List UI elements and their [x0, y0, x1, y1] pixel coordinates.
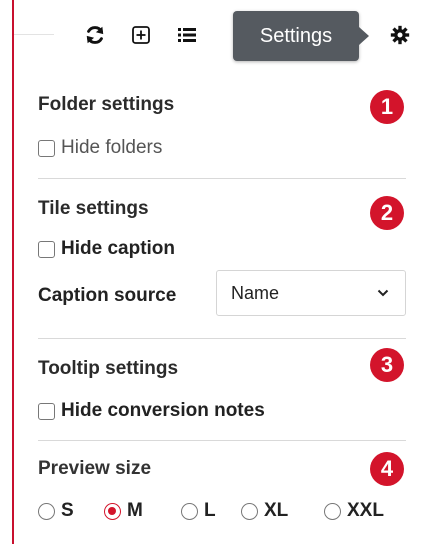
badge-3: 3	[370, 348, 404, 382]
radio-xxl-label: XXL	[347, 500, 384, 521]
radio-m[interactable]	[104, 502, 121, 520]
radio-l[interactable]	[181, 502, 198, 520]
tile-settings-title: Tile settings	[38, 198, 149, 219]
radio-s[interactable]	[38, 502, 55, 520]
caption-source-label: Caption source	[38, 285, 177, 306]
toolbar-divider	[14, 34, 54, 35]
radio-xl-label: XL	[264, 500, 289, 521]
tooltip-settings-section: Tooltip settings 3 Hide conversion notes	[38, 348, 406, 432]
add-icon[interactable]	[130, 24, 152, 46]
preview-size-option-s[interactable]: S	[38, 500, 74, 522]
tooltip-settings-title: Tooltip settings	[38, 358, 179, 379]
hide-folders-checkbox-row[interactable]: Hide folders	[38, 137, 162, 159]
hide-caption-checkbox-row[interactable]: Hide caption	[38, 238, 175, 260]
hide-conversion-notes-checkbox-row[interactable]: Hide conversion notes	[38, 400, 265, 422]
preview-size-section: Preview size 4 S M L XL XXL	[38, 452, 406, 532]
caption-source-value: Name	[231, 282, 280, 303]
radio-l-label: L	[204, 500, 216, 521]
hide-folders-checkbox[interactable]	[38, 139, 55, 157]
hide-caption-checkbox[interactable]	[38, 240, 55, 258]
caption-source-select[interactable]: Name	[216, 270, 406, 316]
hide-conversion-notes-checkbox[interactable]	[38, 402, 55, 420]
chevron-down-icon	[375, 285, 391, 301]
refresh-icon[interactable]	[84, 24, 106, 46]
divider-2	[38, 338, 406, 339]
divider-1	[38, 178, 406, 179]
preview-size-option-xl[interactable]: XL	[241, 500, 288, 522]
folder-settings-title: Folder settings	[38, 94, 175, 115]
preview-size-option-l[interactable]: L	[181, 500, 216, 522]
gear-icon[interactable]	[389, 24, 411, 46]
tooltip-text: Settings	[259, 24, 333, 47]
radio-m-label: M	[127, 500, 143, 521]
radio-xxl[interactable]	[324, 502, 341, 520]
preview-size-option-xxl[interactable]: XXL	[324, 500, 384, 522]
hide-caption-label: Hide caption	[61, 238, 176, 259]
badge-1: 1	[370, 90, 404, 124]
toolbar: Settings	[0, 0, 422, 72]
radio-s-label: S	[61, 500, 74, 521]
badge-4: 4	[370, 452, 404, 486]
preview-size-title: Preview size	[38, 458, 152, 479]
folder-settings-section: Folder settings 1 Hide folders	[38, 90, 406, 170]
settings-tooltip: Settings	[233, 11, 369, 61]
badge-2: 2	[370, 196, 404, 230]
tile-settings-section: Tile settings 2 Hide caption Caption sou…	[38, 194, 406, 334]
divider-3	[38, 440, 406, 441]
list-icon[interactable]	[176, 24, 198, 46]
hide-conversion-notes-label: Hide conversion notes	[61, 400, 265, 421]
radio-xl[interactable]	[241, 502, 258, 520]
hide-folders-label: Hide folders	[61, 137, 163, 158]
preview-size-option-m[interactable]: M	[104, 500, 143, 522]
